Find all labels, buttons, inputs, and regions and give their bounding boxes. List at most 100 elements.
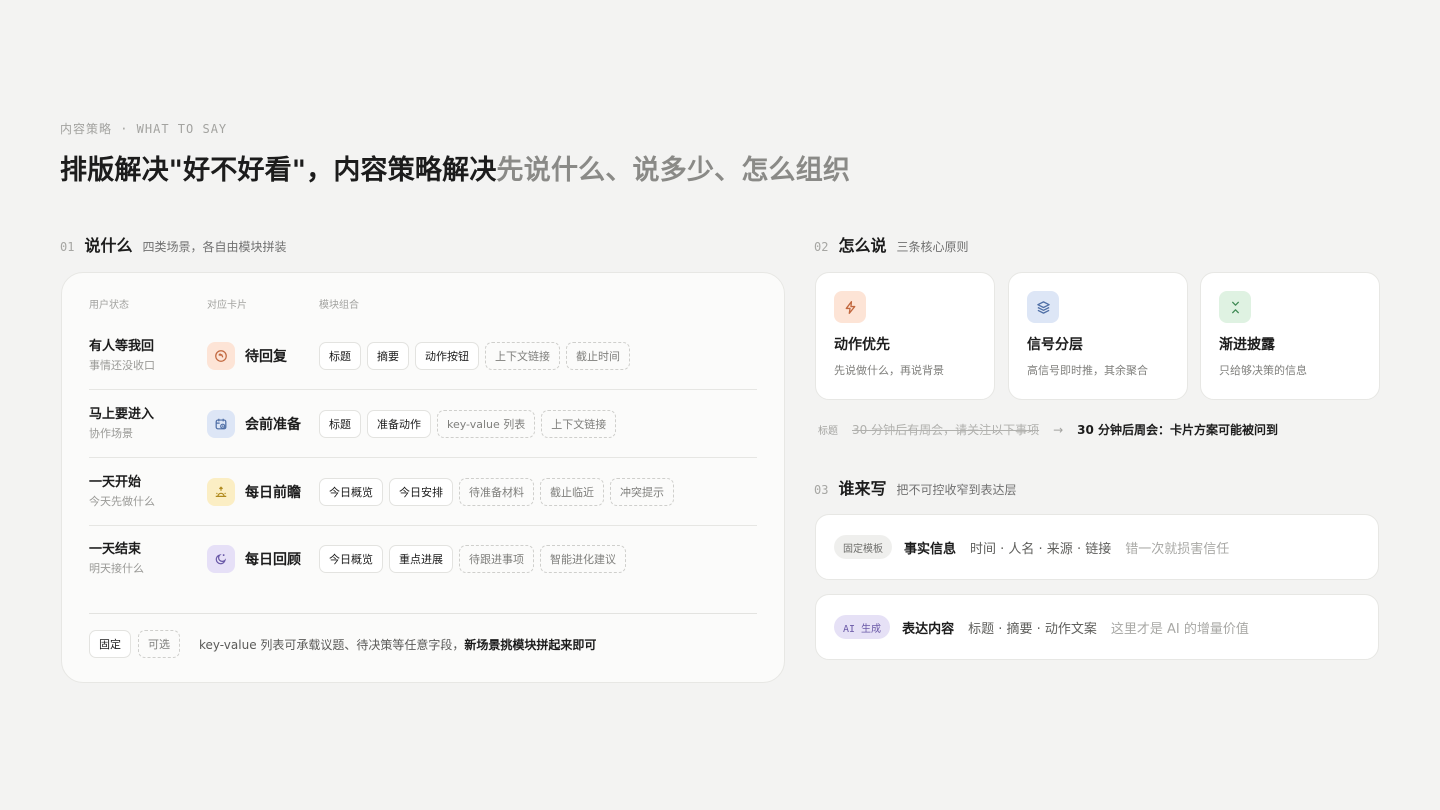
module-chips: 标题 摘要 动作按钮 上下文链接 截止时间 — [319, 341, 630, 370]
card-name: 每日回顾 — [245, 552, 301, 568]
module-chip-optional: 待准备材料 — [459, 477, 534, 506]
layers-icon — [1027, 291, 1059, 323]
state-sub: 事情还没收口 — [89, 358, 155, 372]
section-title: 谁来写 — [838, 479, 887, 498]
user-state: 有人等我回 事情还没收口 — [89, 338, 207, 374]
principle-title: 渐进披露 — [1219, 337, 1275, 353]
module-chip-fixed: 今日安排 — [389, 477, 453, 506]
module-chip-fixed: 标题 — [319, 409, 361, 438]
card-name: 每日前瞻 — [245, 484, 301, 501]
writer-card-ai: AI 生成 表达内容 标题 · 摘要 · 动作文案 这里才是 AI 的增量价值 — [815, 594, 1379, 660]
section-number: 02 — [814, 240, 829, 254]
card-type: 每日前瞻 — [207, 477, 319, 506]
divider — [89, 613, 757, 614]
module-chip-fixed: 标题 — [319, 341, 361, 370]
legend-optional: 可选 — [138, 630, 180, 658]
principle-title: 动作优先 — [834, 337, 890, 353]
example-after: 30 分钟后周会：卡片方案可能被问到 — [1077, 423, 1279, 437]
module-chips: 今日概览 今日安排 待准备材料 截止临近 冲突提示 — [319, 477, 674, 506]
section-subtitle: 三条核心原则 — [896, 240, 969, 254]
state-sub: 今天先做什么 — [89, 494, 155, 508]
scenario-row-meeting: 马上要进入 协作场景 会前准备 标题 准备动作 key-value 列表 上下文… — [89, 390, 757, 458]
user-state: 一天开始 今天先做什么 — [89, 474, 207, 510]
principle-sub: 只给够决策的信息 — [1219, 364, 1307, 377]
module-chip-fixed: 准备动作 — [367, 409, 431, 438]
footer-note-text: key-value 列表可承载议题、待决策等任意字段， — [199, 637, 465, 652]
module-chip-optional: 冲突提示 — [610, 477, 674, 506]
principle-sub: 先说做什么，再说背景 — [834, 364, 944, 377]
section-how-header: 02 怎么说 三条核心原则 — [814, 232, 968, 256]
module-chip-optional: 上下文链接 — [541, 409, 617, 438]
card-name: 会前准备 — [245, 416, 301, 433]
bolt-icon — [834, 291, 866, 323]
writer-title: 表达内容 — [902, 621, 955, 637]
card-type: 待回复 — [207, 341, 319, 370]
collapse-icon — [1219, 291, 1251, 323]
writer-items: 时间 · 人名 · 来源 · 链接 — [970, 541, 1112, 557]
calendar-clock-icon — [207, 409, 235, 438]
example-before: 30 分钟后有周会，请关注以下事项 — [852, 423, 1040, 437]
writer-note: 错一次就损害信任 — [1125, 541, 1230, 557]
module-chip-fixed: 动作按钮 — [415, 341, 479, 370]
card-type: 每日回顾 — [207, 545, 319, 573]
arrow-right-icon: → — [1053, 422, 1064, 437]
section-title: 说什么 — [84, 236, 133, 255]
state-title: 一天开始 — [89, 474, 142, 490]
state-sub: 协作场景 — [89, 426, 133, 440]
principle-card-signal-layers: 信号分层 高信号即时推，其余聚合 — [1008, 272, 1188, 400]
card-type: 会前准备 — [207, 409, 319, 438]
scenario-row-morning: 一天开始 今天先做什么 每日前瞻 今日概览 今日安排 待准备材料 截止临近 冲突… — [89, 458, 757, 526]
module-chips: 今日概览 重点进展 待跟进事项 智能进化建议 — [319, 545, 626, 573]
eyebrow: 内容策略 · WHAT TO SAY — [60, 122, 228, 136]
section-subtitle: 把不可控收窄到表达层 — [896, 483, 1017, 497]
section-number: 03 — [814, 483, 829, 497]
state-title: 马上要进入 — [89, 406, 155, 422]
principle-card-action-first: 动作优先 先说做什么，再说背景 — [815, 272, 995, 400]
legend-footer: 固定 可选 key-value 列表可承载议题、待决策等任意字段，新场景挑模块拼… — [89, 630, 596, 658]
module-chip-optional: key-value 列表 — [437, 409, 536, 438]
scenario-row-evening: 一天结束 明天接什么 每日回顾 今日概览 重点进展 待跟进事项 智能进化建议 — [89, 525, 757, 593]
principle-title: 信号分层 — [1027, 337, 1083, 353]
state-sub: 明天接什么 — [89, 562, 144, 575]
legend-fixed: 固定 — [89, 630, 131, 658]
card-name: 待回复 — [245, 348, 287, 365]
module-chip-fixed: 今日概览 — [319, 545, 383, 573]
principle-sub: 高信号即时推，其余聚合 — [1027, 364, 1148, 377]
module-chips: 标题 准备动作 key-value 列表 上下文链接 — [319, 409, 617, 438]
user-state: 马上要进入 协作场景 — [89, 406, 207, 442]
title-dim: 先说什么、说多少、怎么组织 — [496, 155, 851, 186]
template-badge: 固定模板 — [834, 535, 892, 559]
module-chip-fixed: 摘要 — [367, 341, 409, 370]
module-chip-optional: 截止临近 — [540, 477, 604, 506]
footer-note-bold: 新场景挑模块拼起来即可 — [464, 637, 597, 652]
writer-title: 事实信息 — [904, 541, 957, 557]
module-chip-optional: 截止时间 — [566, 341, 630, 370]
state-title: 一天结束 — [89, 542, 142, 557]
principle-card-progressive-disclosure: 渐进披露 只给够决策的信息 — [1200, 272, 1380, 400]
writer-note: 这里才是 AI 的增量价值 — [1110, 621, 1249, 637]
title-example: 标题 30 分钟后有周会，请关注以下事项 → 30 分钟后周会：卡片方案可能被问… — [818, 421, 1278, 438]
title-main: 排版解决"好不好看"，内容策略解决 — [60, 155, 497, 186]
section-subtitle: 四类场景，各自由模块拼装 — [142, 240, 287, 254]
module-chip-optional: 智能进化建议 — [540, 545, 626, 573]
footer-note: key-value 列表可承载议题、待决策等任意字段，新场景挑模块拼起来即可 — [199, 636, 596, 653]
page-title: 排版解决"好不好看"，内容策略解决先说什么、说多少、怎么组织 — [60, 148, 850, 187]
section-what-header: 01 说什么 四类场景，各自由模块拼装 — [60, 232, 286, 256]
module-chip-fixed: 重点进展 — [389, 545, 453, 573]
col-header-state: 用户状态 — [89, 300, 129, 311]
module-chip-optional: 上下文链接 — [485, 341, 560, 370]
moon-icon — [207, 545, 235, 573]
state-title: 有人等我回 — [89, 338, 155, 354]
col-header-modules: 模块组合 — [319, 300, 359, 311]
writer-items: 标题 · 摘要 · 动作文案 — [968, 621, 1097, 637]
section-who-header: 03 谁来写 把不可控收窄到表达层 — [814, 475, 1016, 499]
reply-icon — [207, 341, 235, 370]
example-label: 标题 — [818, 426, 838, 437]
writer-card-template: 固定模板 事实信息 时间 · 人名 · 来源 · 链接 错一次就损害信任 — [815, 514, 1379, 580]
col-header-card: 对应卡片 — [207, 300, 247, 311]
section-number: 01 — [60, 240, 75, 254]
ai-badge: AI 生成 — [834, 615, 891, 639]
scenario-row-reply: 有人等我回 事情还没收口 待回复 标题 摘要 动作按钮 上下文链接 截止时间 — [89, 322, 757, 390]
module-chip-fixed: 今日概览 — [319, 477, 383, 506]
module-chip-optional: 待跟进事项 — [459, 545, 534, 573]
